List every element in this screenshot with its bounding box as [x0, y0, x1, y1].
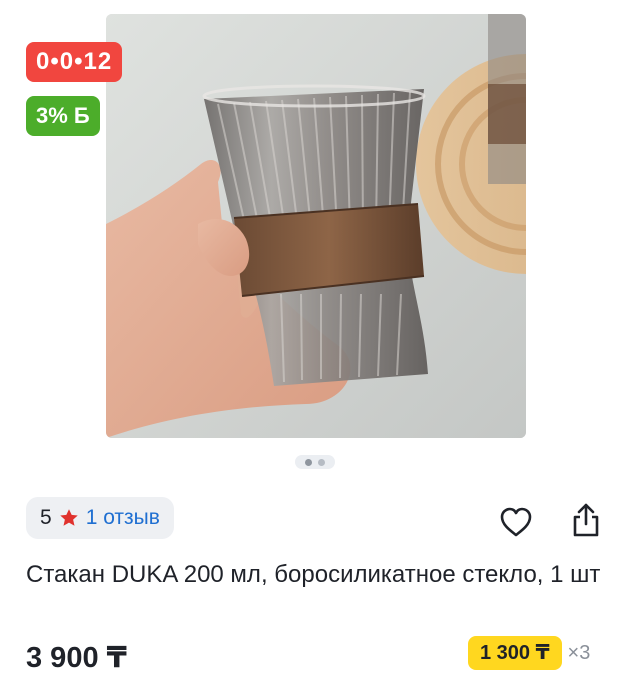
installment-amount: 1 300 ₸ — [468, 636, 562, 670]
installment-offer[interactable]: 1 300 ₸ ×3 — [468, 636, 590, 670]
rating-value: 5 — [40, 506, 52, 529]
pagination-dot[interactable] — [318, 458, 325, 466]
share-button[interactable] — [564, 498, 608, 542]
bonus-badge: 3% Б — [26, 96, 100, 136]
reviews-link[interactable]: 1 отзыв — [86, 506, 160, 530]
product-image — [106, 14, 526, 438]
star-icon — [59, 509, 78, 526]
pagination-dot-active[interactable] — [305, 458, 312, 466]
product-price: 3 900 ₸ — [26, 642, 127, 674]
share-icon — [573, 503, 599, 537]
product-title: Стакан DUKA 200 мл, боросиликатное стекл… — [26, 561, 601, 588]
heart-icon — [500, 507, 532, 537]
rating-pill[interactable]: 5 1 отзыв — [26, 497, 174, 539]
installment-times: ×3 — [567, 641, 591, 664]
gallery-pagination[interactable] — [295, 455, 335, 469]
product-photo[interactable] — [106, 14, 526, 438]
timer-badge: 0•0•12 — [26, 42, 123, 82]
favorite-button[interactable] — [494, 500, 538, 544]
